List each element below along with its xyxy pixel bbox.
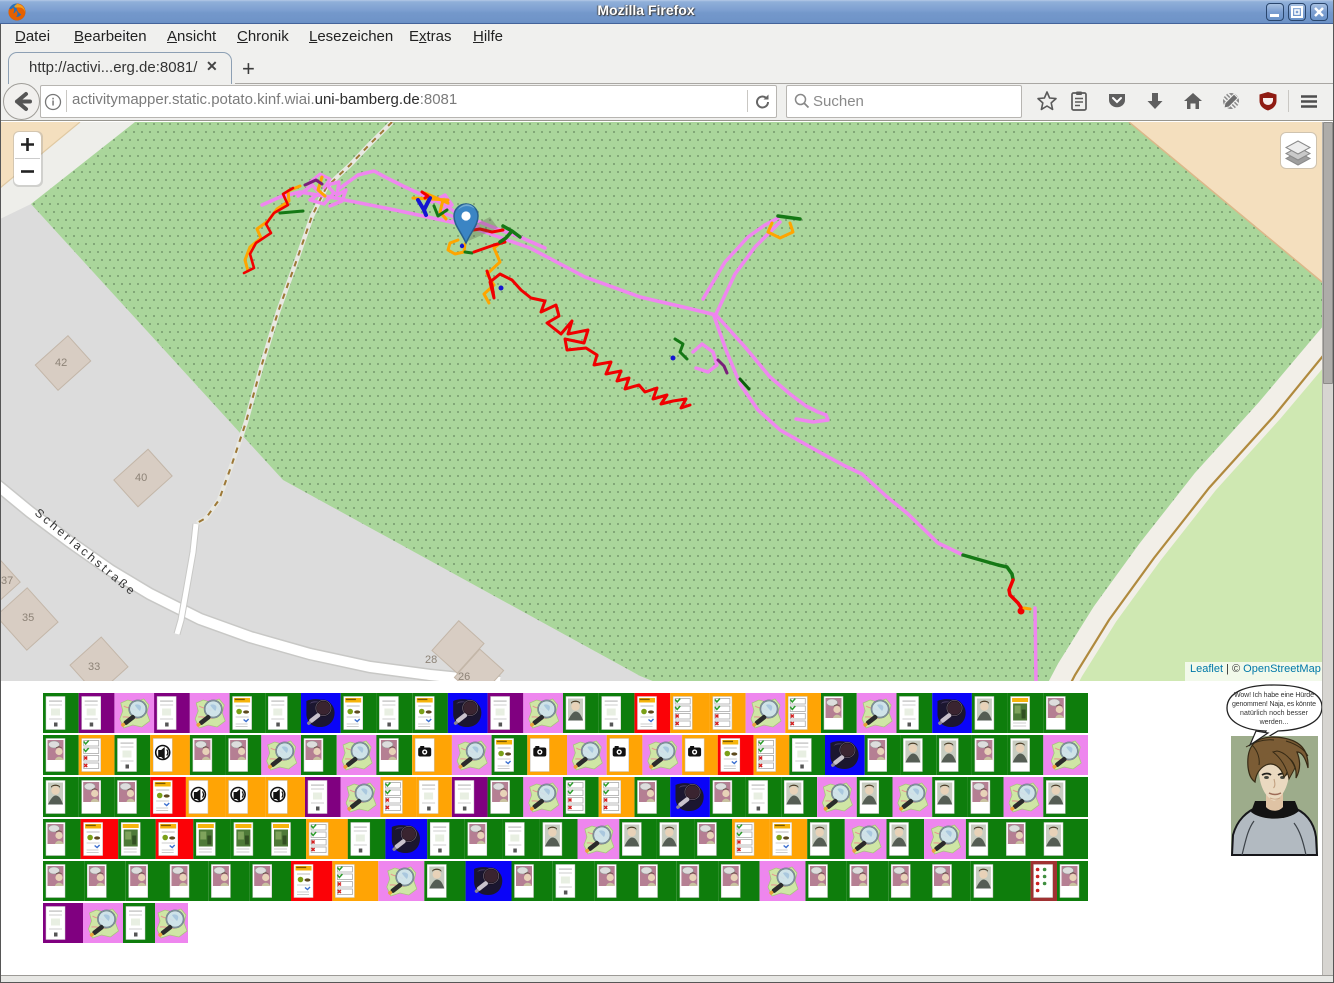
svg-text:26: 26	[458, 671, 470, 681]
svg-text:37: 37	[1, 575, 13, 587]
svg-text:35: 35	[22, 612, 34, 624]
svg-text:genommen! Naja, es könnte: genommen! Naja, es könnte	[1232, 701, 1316, 708]
svg-text:40: 40	[135, 472, 147, 484]
svg-text:28: 28	[425, 654, 437, 666]
svg-text:natürlich noch besser: natürlich noch besser	[1240, 710, 1309, 717]
svg-text:werden...: werden...	[1259, 719, 1289, 726]
svg-text:42: 42	[55, 357, 67, 369]
svg-text:33: 33	[88, 661, 100, 673]
svg-text:Wow! Ich habe eine Hürde: Wow! Ich habe eine Hürde	[1234, 692, 1314, 699]
